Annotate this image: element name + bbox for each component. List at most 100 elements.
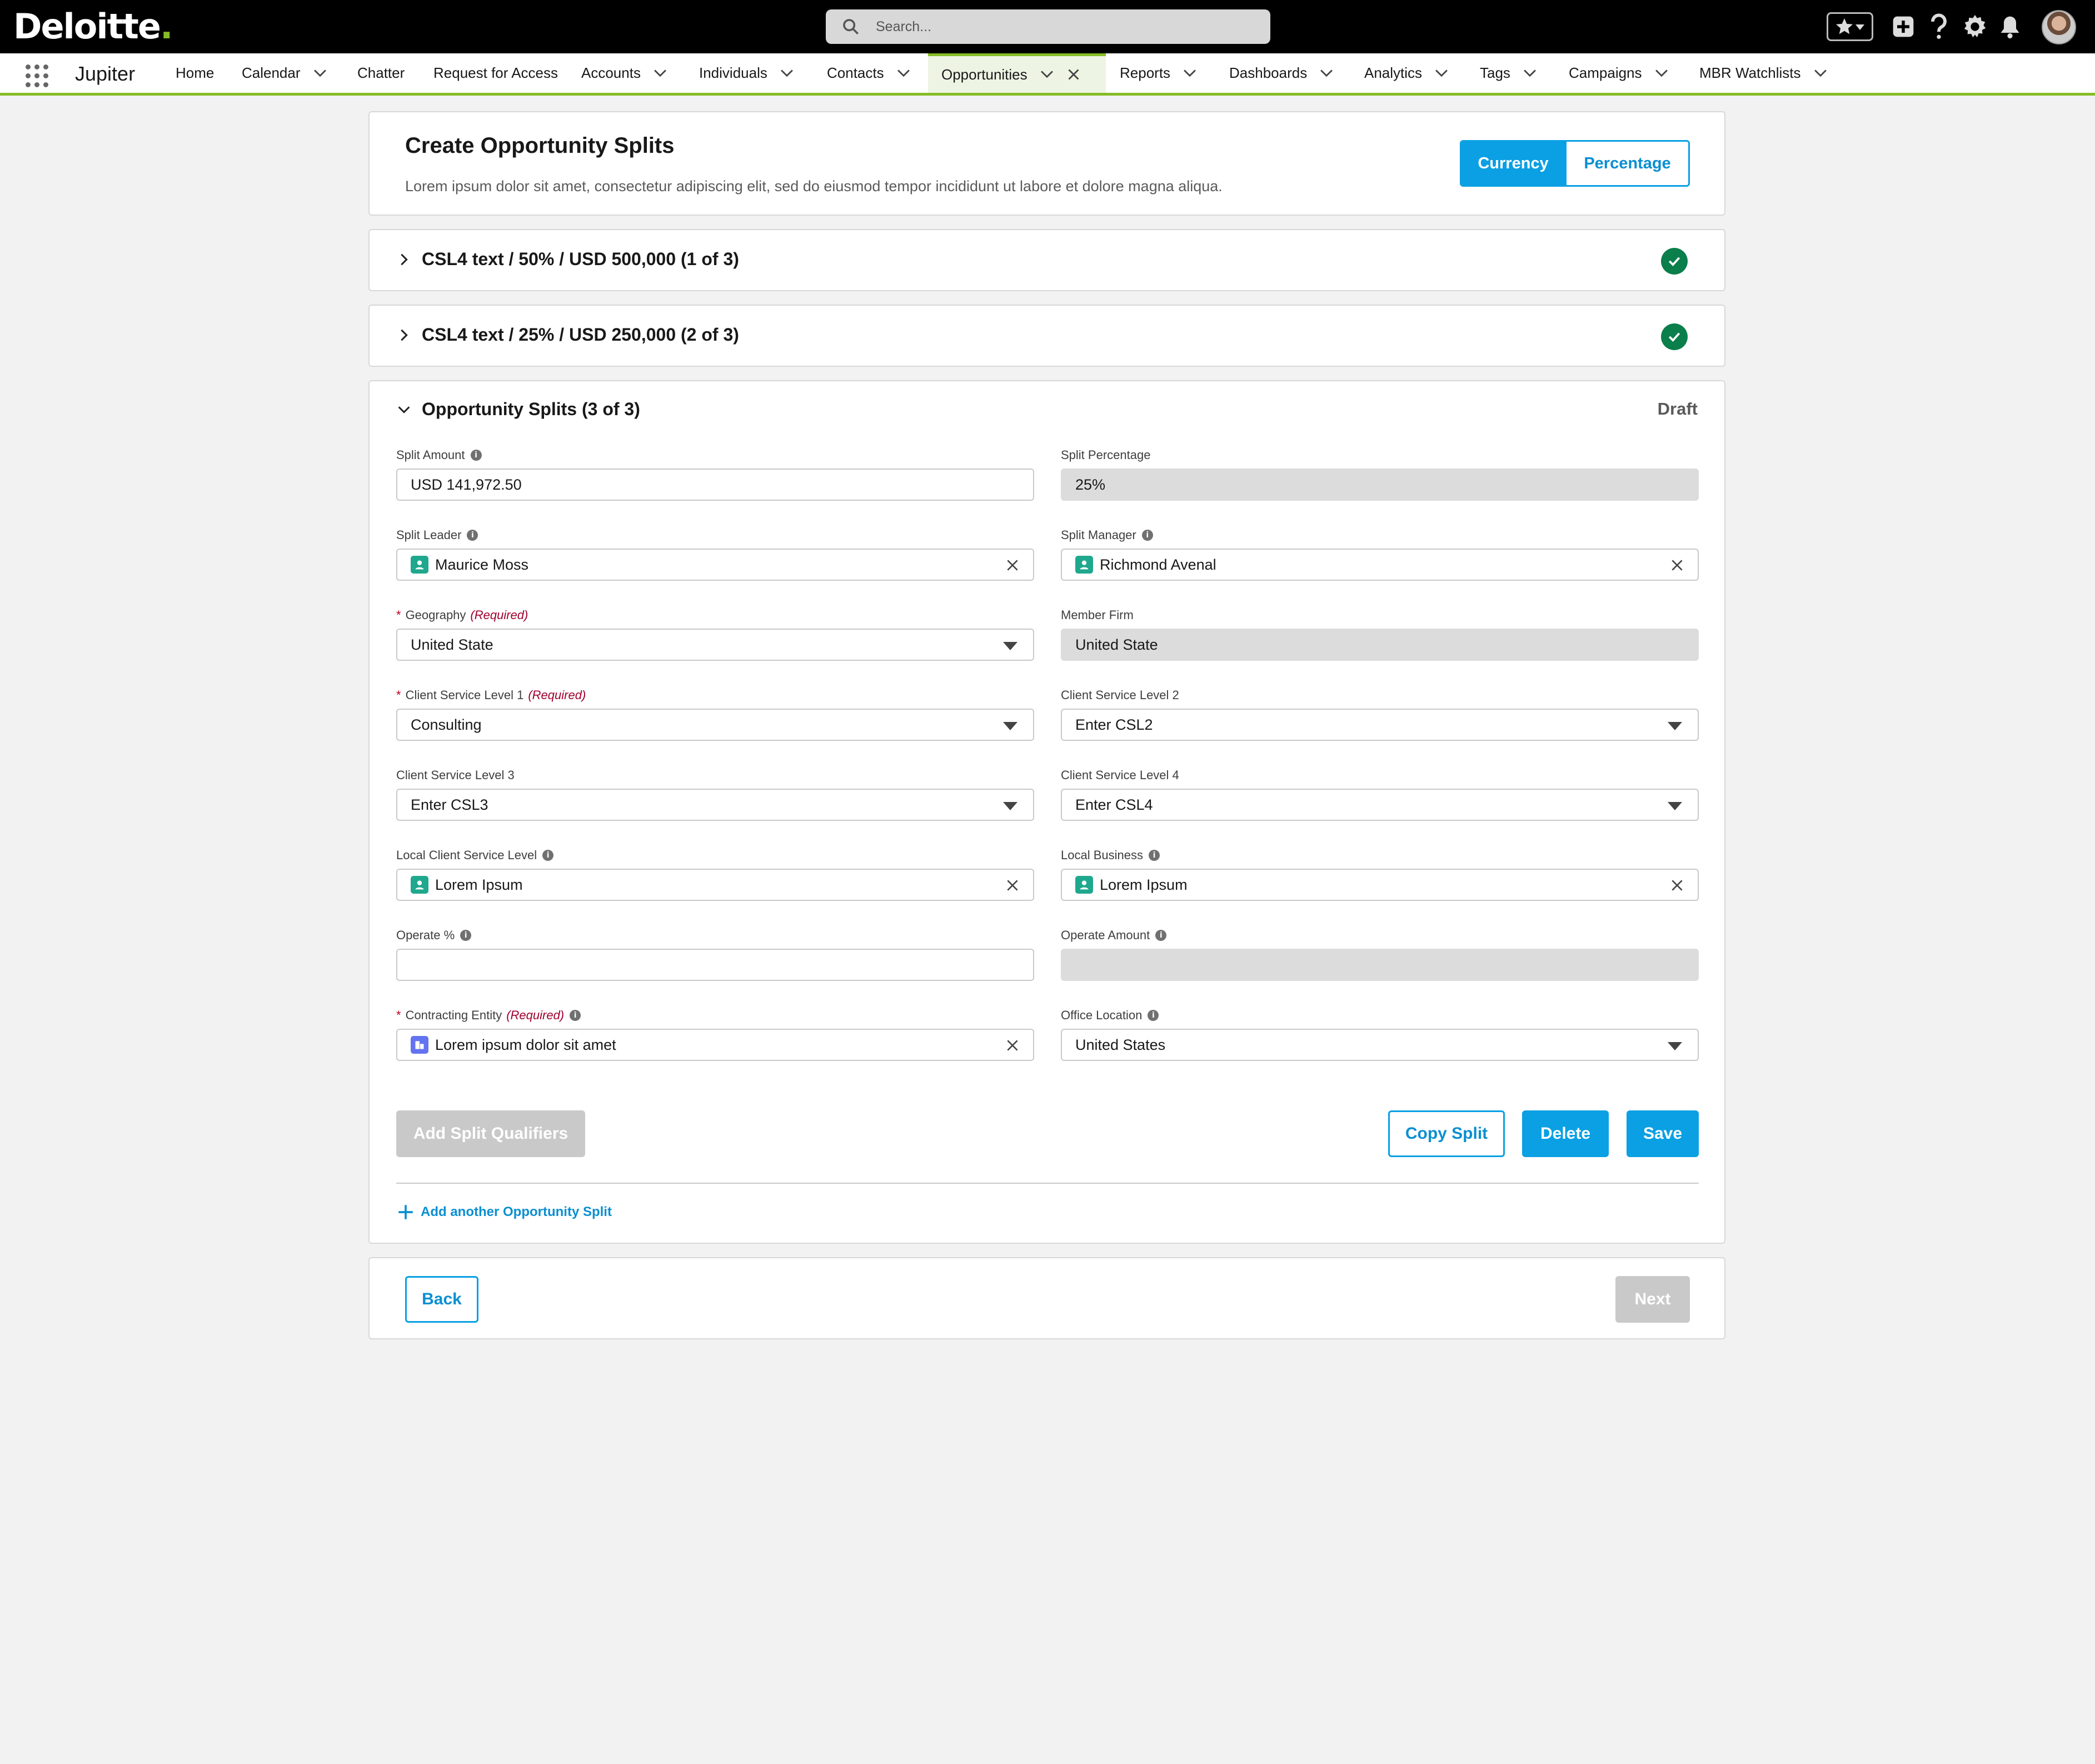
add-split-qualifiers-button[interactable]: Add Split Qualifiers bbox=[396, 1110, 585, 1157]
info-icon[interactable]: i bbox=[1141, 530, 1153, 541]
chevron-down-icon[interactable] bbox=[1317, 64, 1336, 83]
chevron-down-icon[interactable] bbox=[311, 64, 330, 83]
close-tab-icon[interactable] bbox=[1064, 65, 1083, 84]
split-accordion-header[interactable]: CSL4 text / 25% / USD 250,000 (2 of 3) bbox=[396, 325, 739, 345]
clear-icon[interactable] bbox=[1005, 1038, 1020, 1053]
info-icon[interactable]: i bbox=[542, 850, 554, 861]
geography-label: * Geography (Required) bbox=[396, 608, 528, 622]
nav-item-tags[interactable]: Tags bbox=[1480, 53, 1539, 93]
add-icon bbox=[398, 1205, 413, 1219]
info-icon[interactable]: i bbox=[570, 1010, 581, 1021]
split-leader-lookup[interactable]: Maurice Moss bbox=[396, 549, 1034, 581]
app-name: Jupiter bbox=[75, 62, 136, 85]
geography-select[interactable]: United State bbox=[396, 629, 1034, 661]
notifications-button[interactable] bbox=[1996, 12, 2024, 41]
operate-pct-input[interactable] bbox=[396, 949, 1034, 981]
save-button[interactable]: Save bbox=[1627, 1110, 1699, 1157]
nav-item-chatter[interactable]: Chatter bbox=[357, 53, 405, 93]
csl2-select[interactable]: Enter CSL2 bbox=[1061, 709, 1699, 741]
chevron-down-icon bbox=[398, 406, 410, 413]
split-amount-input[interactable]: USD 141,972.50 bbox=[396, 469, 1034, 501]
section-divider bbox=[396, 1183, 1699, 1184]
setup-button[interactable] bbox=[1961, 12, 1989, 41]
split-manager-label: Split Manager i bbox=[1061, 528, 1153, 542]
contracting-entity-lookup[interactable]: Lorem ipsum dolor sit amet bbox=[396, 1029, 1034, 1061]
chevron-down-icon[interactable] bbox=[1520, 64, 1539, 83]
split-accordion-2[interactable]: CSL4 text / 25% / USD 250,000 (2 of 3) bbox=[368, 305, 1725, 367]
nav-item-individuals[interactable]: Individuals bbox=[699, 53, 796, 93]
clear-icon[interactable] bbox=[1670, 878, 1684, 893]
nav-item-opportunities[interactable]: Opportunities bbox=[928, 53, 1106, 93]
split-accordion-header[interactable]: Opportunity Splits (3 of 3) bbox=[396, 399, 640, 420]
chevron-down-icon[interactable] bbox=[651, 64, 670, 83]
nav-item-campaigns[interactable]: Campaigns bbox=[1569, 53, 1671, 93]
help-button[interactable] bbox=[1925, 12, 1953, 41]
local-csl-label: Local Client Service Level i bbox=[396, 848, 554, 863]
caret-down-icon bbox=[1855, 24, 1864, 30]
info-icon[interactable]: i bbox=[1155, 930, 1167, 941]
percentage-toggle-button[interactable]: Percentage bbox=[1565, 142, 1688, 185]
favorites-button[interactable] bbox=[1827, 12, 1873, 41]
chevron-down-icon[interactable] bbox=[1037, 65, 1056, 84]
csl3-select[interactable]: Enter CSL3 bbox=[396, 789, 1034, 821]
info-icon[interactable]: i bbox=[470, 450, 482, 461]
star-icon bbox=[1836, 18, 1853, 34]
csl4-label: Client Service Level 4 bbox=[1061, 768, 1179, 782]
nav-item-dashboards[interactable]: Dashboards bbox=[1229, 53, 1336, 93]
split-amount-label: Split Amount i bbox=[396, 448, 482, 462]
app-launcher-icon[interactable] bbox=[26, 64, 49, 88]
local-csl-lookup[interactable]: Lorem Ipsum bbox=[396, 869, 1034, 901]
chevron-down-icon[interactable] bbox=[777, 64, 796, 83]
global-actions-button[interactable] bbox=[1889, 12, 1917, 41]
info-icon[interactable]: i bbox=[467, 530, 478, 541]
clear-icon[interactable] bbox=[1005, 878, 1020, 893]
nav-item-mbr-watchlists[interactable]: MBR Watchlists bbox=[1699, 53, 1830, 93]
clear-icon[interactable] bbox=[1670, 558, 1684, 572]
nav-item-accounts[interactable]: Accounts bbox=[581, 53, 670, 93]
chevron-down-icon[interactable] bbox=[894, 64, 913, 83]
local-business-lookup[interactable]: Lorem Ipsum bbox=[1061, 869, 1699, 901]
user-avatar[interactable] bbox=[2042, 10, 2076, 44]
delete-button[interactable]: Delete bbox=[1522, 1110, 1609, 1157]
csl3-label: Client Service Level 3 bbox=[396, 768, 515, 782]
chevron-down-icon[interactable] bbox=[1811, 64, 1830, 83]
chevron-down-icon[interactable] bbox=[1652, 64, 1671, 83]
deloitte-logo[interactable]: Deloitte. bbox=[13, 6, 173, 48]
global-search-input[interactable]: Search... bbox=[826, 9, 1270, 44]
info-icon[interactable]: i bbox=[460, 930, 472, 941]
chevron-down-icon[interactable] bbox=[1180, 64, 1199, 83]
chevron-down-icon[interactable] bbox=[1432, 64, 1451, 83]
csl1-select[interactable]: Consulting bbox=[396, 709, 1034, 741]
page-description: Lorem ipsum dolor sit amet, consectetur … bbox=[405, 178, 1223, 195]
nav-item-analytics[interactable]: Analytics bbox=[1364, 53, 1451, 93]
split-accordion-header[interactable]: CSL4 text / 50% / USD 500,000 (1 of 3) bbox=[396, 249, 739, 270]
user-icon bbox=[411, 876, 428, 894]
nav-item-request-for-access[interactable]: Request for Access bbox=[433, 53, 558, 93]
clear-icon[interactable] bbox=[1005, 558, 1020, 572]
copy-split-button[interactable]: Copy Split bbox=[1388, 1110, 1505, 1157]
split-manager-lookup[interactable]: Richmond Avenal bbox=[1061, 549, 1699, 581]
nav-item-reports[interactable]: Reports bbox=[1120, 53, 1199, 93]
currency-toggle-button[interactable]: Currency bbox=[1461, 142, 1565, 185]
info-icon[interactable]: i bbox=[1148, 850, 1160, 861]
next-button[interactable]: Next bbox=[1615, 1276, 1690, 1323]
office-location-select[interactable]: United States bbox=[1061, 1029, 1699, 1061]
nav-item-contacts[interactable]: Contacts bbox=[827, 53, 913, 93]
caret-down-icon bbox=[1668, 802, 1682, 810]
nav-item-calendar[interactable]: Calendar bbox=[242, 53, 330, 93]
csl4-select[interactable]: Enter CSL4 bbox=[1061, 789, 1699, 821]
page-title: Create Opportunity Splits bbox=[405, 133, 675, 158]
split-accordion-1[interactable]: CSL4 text / 50% / USD 500,000 (1 of 3) bbox=[368, 229, 1725, 291]
help-icon bbox=[1931, 13, 1947, 39]
add-another-split-link[interactable]: Add another Opportunity Split bbox=[396, 1203, 612, 1222]
info-icon[interactable]: i bbox=[1148, 1010, 1159, 1021]
search-placeholder: Search... bbox=[876, 18, 932, 34]
nav-item-home[interactable]: Home bbox=[176, 53, 214, 93]
split-summary-label: CSL4 text / 25% / USD 250,000 (2 of 3) bbox=[422, 325, 739, 345]
back-button[interactable]: Back bbox=[405, 1276, 478, 1323]
operate-pct-label: Operate % i bbox=[396, 928, 472, 943]
split-percentage-field: 25% bbox=[1061, 469, 1699, 501]
gear-icon bbox=[1964, 14, 1986, 38]
office-location-label: Office Location i bbox=[1061, 1008, 1159, 1023]
split-form-heading: Opportunity Splits (3 of 3) bbox=[422, 399, 640, 419]
